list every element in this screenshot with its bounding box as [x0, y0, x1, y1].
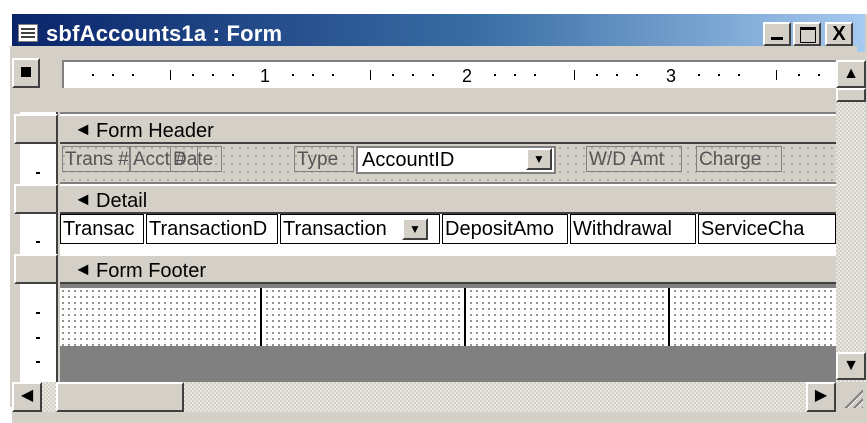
section-collapse-icon: ◄ [74, 189, 92, 209]
charge-label[interactable]: Charge [696, 146, 782, 172]
design-surface[interactable]: ◄ Form Header Trans # Acct # Date Type A… [60, 112, 836, 382]
form-header-band[interactable]: Trans # Acct # Date Type AccountID ▼ W/D… [60, 144, 836, 182]
vertical-ruler[interactable] [20, 112, 58, 382]
close-button[interactable]: X [825, 22, 853, 46]
maximize-button[interactable] [793, 22, 821, 46]
scroll-right-button[interactable]: ▶ [806, 382, 836, 412]
withdrawal-field[interactable]: Withdrawal [570, 214, 696, 244]
type-dropdown-button[interactable]: ▼ [402, 218, 428, 240]
section-collapse-icon: ◄ [74, 119, 92, 139]
form-header-label: Form Header [96, 120, 214, 142]
scroll-thumb[interactable] [836, 88, 866, 102]
vertical-scrollbar[interactable]: ▲ ▼ [836, 60, 866, 382]
section-collapse-icon: ◄ [74, 259, 92, 279]
service-charge-field[interactable]: ServiceCha [698, 214, 836, 244]
resize-grip-icon[interactable] [836, 382, 867, 412]
form-footer-band[interactable] [60, 288, 836, 346]
section-selector-header[interactable] [14, 114, 58, 144]
deposit-amount-field[interactable]: DepositAmo [442, 214, 568, 244]
form-icon[interactable] [18, 24, 38, 42]
form-footer-bar[interactable]: ◄ Form Footer [60, 254, 836, 284]
detail-bar[interactable]: ◄ Detail [60, 184, 836, 214]
horizontal-ruler[interactable]: 1 2 3 [62, 60, 836, 88]
trans-label[interactable]: Trans # [62, 146, 130, 172]
detail-label: Detail [96, 190, 148, 212]
type-label[interactable]: Type [294, 146, 354, 172]
ruler-number: 1 [260, 66, 271, 86]
maximize-icon [800, 27, 816, 43]
ruler-number: 2 [462, 66, 473, 86]
horizontal-scrollbar[interactable]: ◀ ▶ [12, 382, 836, 412]
ruler-number: 3 [666, 66, 677, 86]
detail-band[interactable]: Transac TransactionD Transaction ▼ Depos… [60, 214, 836, 254]
section-selector-detail[interactable] [14, 184, 58, 214]
scroll-thumb[interactable] [56, 382, 184, 412]
minimize-icon [771, 37, 783, 40]
date-label[interactable]: Date [170, 146, 222, 172]
form-footer-label: Form Footer [96, 260, 207, 282]
scroll-up-button[interactable]: ▲ [836, 60, 866, 88]
close-icon: X [832, 23, 846, 45]
form-selector[interactable] [12, 58, 40, 88]
section-selector-footer[interactable] [14, 254, 58, 284]
scroll-left-button[interactable]: ◀ [12, 382, 42, 412]
transaction-id-field[interactable]: Transac [60, 214, 144, 244]
scroll-down-button[interactable]: ▼ [836, 352, 866, 380]
account-dropdown-button[interactable]: ▼ [526, 148, 552, 170]
form-header-bar[interactable]: ◄ Form Header [60, 114, 836, 144]
minimize-button[interactable] [763, 22, 791, 46]
wd-amt-label[interactable]: W/D Amt [586, 146, 682, 172]
window-title: sbfAccounts1a : Form [46, 21, 283, 46]
transaction-date-field[interactable]: TransactionD [146, 214, 278, 244]
